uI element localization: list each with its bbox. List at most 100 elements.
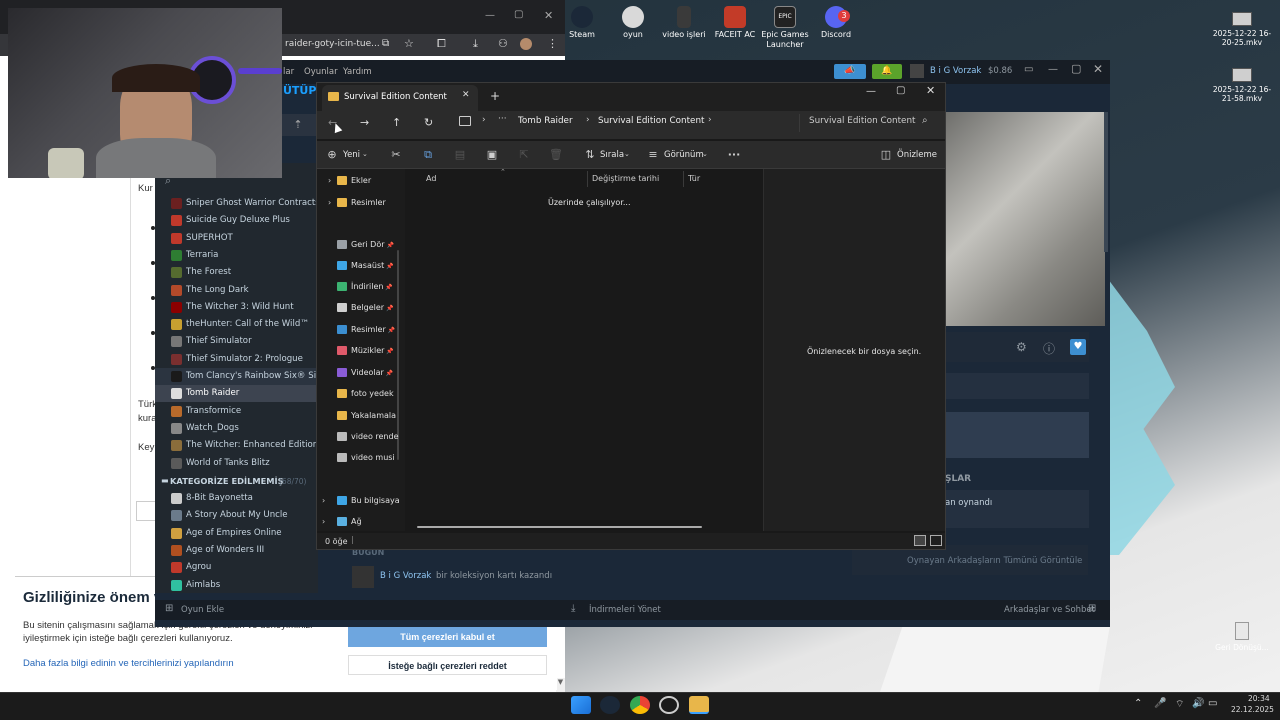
manage-downloads-button[interactable]: İndirmeleri Yönet (589, 605, 661, 615)
game-list-item[interactable]: Agrou (155, 559, 318, 576)
nav-item[interactable]: Videolar 📌 (337, 364, 393, 382)
scrollbar-down-arrow-icon[interactable]: ▼ (556, 678, 565, 692)
game-list-item[interactable]: Aimlabs (155, 577, 318, 594)
chevron-right-icon[interactable]: › (328, 198, 331, 207)
steam-menu-games[interactable]: Oyunlar (304, 67, 338, 77)
extensions-icon[interactable]: ⧠ (437, 37, 446, 51)
url-text[interactable]: raider-goty-icin-tue... (285, 39, 380, 49)
sort-up-icon[interactable]: ⇡ (280, 114, 316, 136)
minimize-icon[interactable]: — (485, 10, 495, 21)
tiles-view-icon[interactable] (930, 535, 942, 546)
game-list-item[interactable]: Transformice (155, 403, 318, 420)
address-bar[interactable]: › ··· Tomb Raider › Survival Edition Con… (459, 114, 795, 132)
column-header-type[interactable]: Tür (688, 174, 700, 183)
cookie-settings-link[interactable]: Daha fazla bilgi edinin ve tercihleriniz… (23, 658, 234, 669)
chrome-icon[interactable] (630, 696, 650, 714)
nav-item[interactable]: Belgeler 📌 (337, 299, 393, 317)
chat-icon[interactable]: ⊞ (1088, 603, 1096, 614)
maximize-icon[interactable]: ▢ (896, 85, 905, 96)
nav-item[interactable]: Geri Dör 📌 (337, 236, 394, 254)
nav-item[interactable]: video musi (337, 449, 395, 467)
game-list-item[interactable]: The Forest (155, 264, 318, 281)
nav-item[interactable]: Bu bilgisaya (337, 492, 400, 510)
game-list-item[interactable]: Thief Simulator (155, 333, 318, 350)
column-separator[interactable] (683, 171, 684, 187)
nav-item[interactable]: Resimler 📌 (337, 321, 395, 339)
breadcrumb-item[interactable]: Survival Edition Content (598, 116, 704, 126)
start-icon[interactable] (571, 696, 591, 714)
gear-icon[interactable]: ⚙ (1016, 340, 1027, 354)
horizontal-scrollbar[interactable] (417, 526, 702, 528)
desktop-icon-discord[interactable]: 3 Discord (806, 6, 866, 40)
volume-icon[interactable]: 🔊 (1192, 698, 1204, 709)
activity-user[interactable]: B i G Vorzak (380, 571, 431, 581)
column-header-date[interactable]: Değiştirme tarihi (592, 174, 659, 183)
category-header[interactable]: ▬ KATEGORİZE EDİLMEMİŞ (68/70) (155, 474, 318, 490)
close-icon[interactable]: ✕ (1093, 62, 1103, 76)
search-field[interactable]: Survival Edition Content ⌕ (799, 114, 941, 132)
cast-icon[interactable]: ⧉ (382, 38, 389, 49)
nav-item[interactable]: video rende (337, 428, 399, 446)
breadcrumb-item[interactable]: Tomb Raider (518, 116, 573, 126)
menu-dots-icon[interactable]: ⋮ (547, 37, 558, 50)
more-crumbs-icon[interactable]: ··· (498, 114, 507, 124)
reject-cookies-button[interactable]: İsteğe bağlı çerezleri reddet (348, 655, 547, 675)
microphone-icon[interactable]: 🎤 (1154, 698, 1166, 709)
desktop-recycle-bin[interactable]: Geri Dönüşü... (1212, 622, 1272, 652)
game-list-item[interactable]: 8-Bit Bayonetta (155, 490, 318, 507)
game-list-item[interactable]: Age of Empires Online (155, 525, 318, 542)
sort-button[interactable]: Sırala (600, 150, 624, 160)
preview-button[interactable]: Önizleme (897, 150, 937, 160)
more-options-icon[interactable]: ··· (727, 148, 741, 162)
accept-cookies-button[interactable]: Tüm çerezleri kabul et (348, 627, 547, 647)
avatar[interactable] (910, 64, 924, 78)
steam-username[interactable]: B i G Vorzak (930, 66, 981, 76)
minimize-icon[interactable]: — (1048, 64, 1058, 75)
game-list-item[interactable]: The Witcher 3: Wild Hunt (155, 299, 318, 316)
chevron-right-icon[interactable]: › (322, 496, 325, 505)
steam-menu-help[interactable]: Yardım (343, 67, 372, 77)
rename-icon[interactable]: ▣ (485, 148, 499, 162)
forward-arrow-icon[interactable]: → (360, 116, 369, 129)
maximize-icon[interactable]: ▢ (514, 9, 523, 20)
maximize-icon[interactable]: ▢ (1071, 62, 1081, 75)
cut-icon[interactable]: ✂ (389, 148, 403, 162)
tray-chevron-icon[interactable]: ⌃ (1134, 698, 1142, 709)
friends-chat-button[interactable]: Arkadaşlar ve Sohbet (1004, 605, 1095, 615)
game-list-item[interactable]: Terraria (155, 247, 318, 264)
game-list-item[interactable]: Thief Simulator 2: Prologue (155, 351, 318, 368)
obs-icon[interactable] (659, 696, 679, 714)
game-list-item[interactable]: Watch_Dogs (155, 420, 318, 437)
game-list-item[interactable]: Age of Wonders III (155, 542, 318, 559)
desktop-file-video-1[interactable]: 2025-12-22 16-20-25.mkv (1212, 12, 1272, 47)
game-list-item[interactable]: World of Tanks Blitz (155, 455, 318, 472)
nav-item[interactable]: Yakalamala (337, 407, 396, 425)
game-list-item[interactable]: The Long Dark (155, 282, 318, 299)
game-list-item[interactable]: Tomb Raider (155, 385, 318, 403)
profile-switch-icon[interactable]: ⚇ (498, 37, 508, 50)
announcements-button[interactable]: 📣 (834, 64, 866, 79)
scrollbar[interactable] (1104, 112, 1108, 252)
game-list-item[interactable]: Suicide Guy Deluxe Plus (155, 212, 318, 229)
game-list-item[interactable]: A Story About My Uncle (155, 507, 318, 524)
nav-item[interactable]: İndirilen 📌 (337, 278, 393, 296)
minimize-icon[interactable]: — (866, 86, 876, 97)
game-list-item[interactable]: theHunter: Call of the Wild™ (155, 316, 318, 333)
wifi-icon[interactable]: ⌔ (1175, 698, 1184, 711)
column-separator[interactable] (587, 171, 588, 187)
up-arrow-icon[interactable]: ↑ (392, 116, 401, 129)
display-icon[interactable]: ▭ (1024, 64, 1033, 75)
chevron-right-icon[interactable]: › (322, 517, 325, 526)
nav-item[interactable]: Ağ (337, 513, 362, 531)
close-icon[interactable]: ✕ (544, 9, 553, 22)
game-list-item[interactable]: Tom Clancy's Rainbow Six® Siege (155, 368, 318, 385)
nav-item[interactable]: Ekler (337, 172, 371, 190)
info-icon[interactable]: ⓘ (1043, 340, 1055, 357)
game-list-item[interactable]: Sniper Ghost Warrior Contracts (155, 195, 318, 212)
new-button[interactable]: Yeni (343, 150, 360, 160)
explorer-tab[interactable]: Survival Edition Content ✕ (322, 85, 478, 111)
favorite-heart-icon[interactable]: ♥ (1070, 339, 1086, 355)
close-icon[interactable]: ✕ (926, 84, 935, 97)
steam-icon[interactable] (600, 696, 620, 714)
game-list-item[interactable]: The Witcher: Enhanced Edition (155, 437, 318, 454)
